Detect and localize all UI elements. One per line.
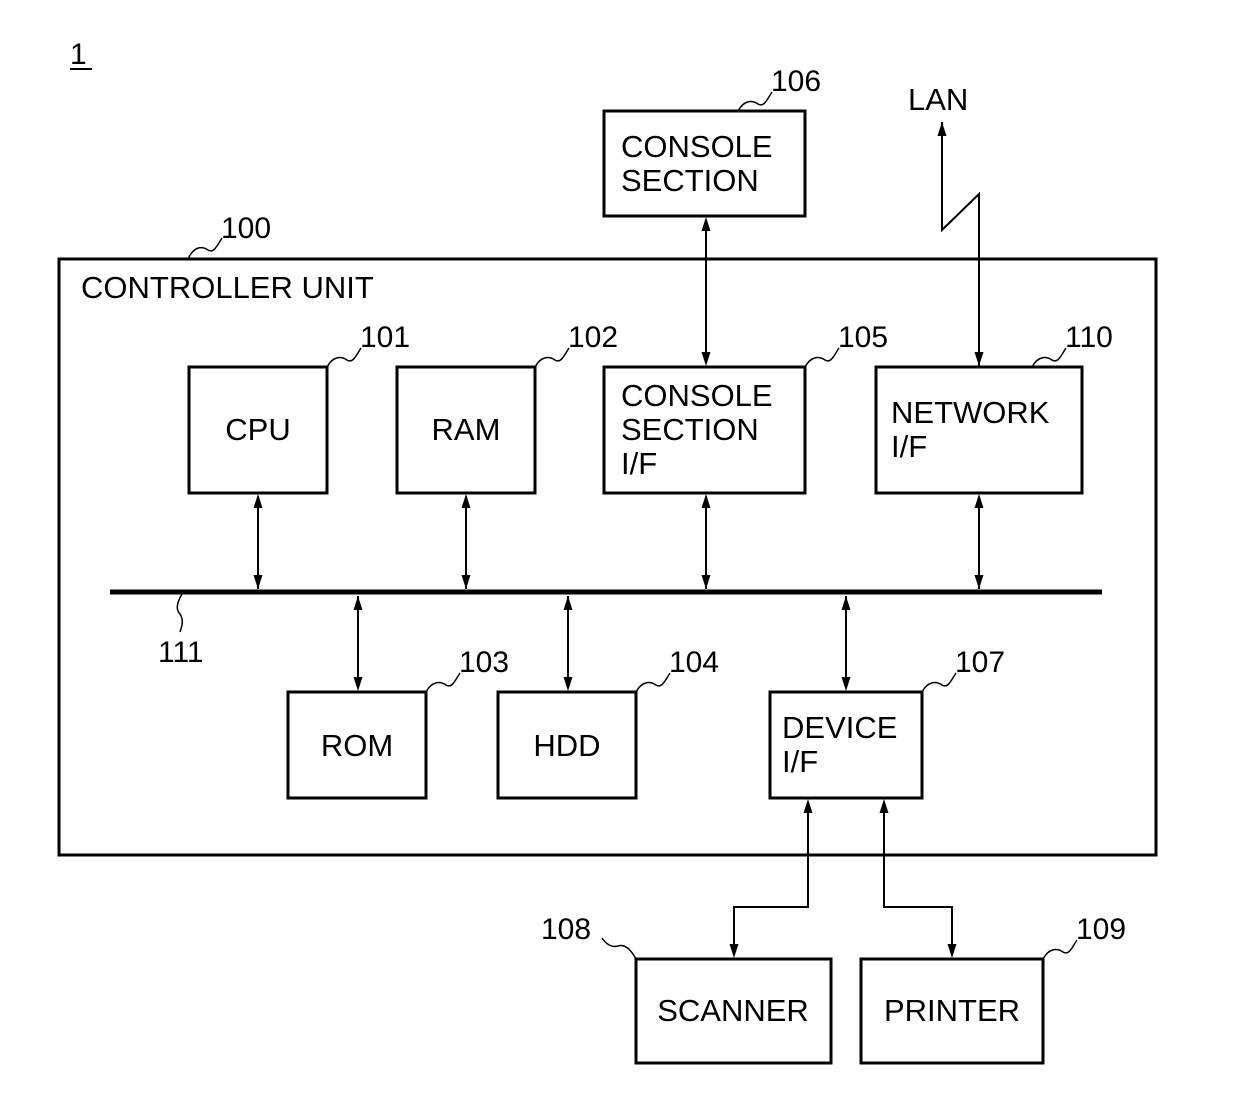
ram-label: RAM xyxy=(432,412,501,447)
device-if-line-2: I/F xyxy=(782,744,818,779)
hdd-ref: 104 xyxy=(669,646,719,679)
block-diagram: 1 CONTROLLER UNIT 100 111 CONSOLE SECTIO… xyxy=(57,38,1158,1065)
network-if-line-1: NETWORK xyxy=(891,395,1050,430)
rom-ref: 103 xyxy=(459,646,509,679)
scanner-ref: 108 xyxy=(541,913,591,946)
printer-label: PRINTER xyxy=(884,993,1020,1028)
rom-label: ROM xyxy=(321,728,393,763)
network-if-ref: 110 xyxy=(1065,321,1113,354)
device-if-ref: 107 xyxy=(955,646,1005,679)
printer-ref: 109 xyxy=(1076,913,1126,946)
console-section-block: CONSOLE SECTION 106 xyxy=(602,65,821,218)
ram-ref: 102 xyxy=(568,321,618,354)
console-section-line-2: SECTION xyxy=(621,163,759,198)
lan-label: LAN xyxy=(908,82,968,117)
lan-arrow-up xyxy=(937,122,947,136)
hdd-label: HDD xyxy=(533,728,600,763)
console-section-ref: 106 xyxy=(771,65,821,98)
scanner-arrow-down xyxy=(729,944,739,958)
figure-number: 1 xyxy=(70,38,87,71)
cpu-ref: 101 xyxy=(360,321,410,354)
printer-block: PRINTER 109 xyxy=(859,913,1126,1065)
bus-ref: 111 xyxy=(158,636,204,669)
console-section-if-line-2: SECTION xyxy=(621,412,759,447)
console-arrow-up xyxy=(701,217,711,231)
network-if-line-2: I/F xyxy=(891,429,927,464)
controller-unit-title: CONTROLLER UNIT xyxy=(81,270,374,305)
console-section-if-line-1: CONSOLE xyxy=(621,378,773,413)
cpu-label: CPU xyxy=(225,412,290,447)
controller-unit-ref: 100 xyxy=(221,212,271,245)
console-section-line-1: CONSOLE xyxy=(621,129,773,164)
device-if-line-1: DEVICE xyxy=(782,710,897,745)
printer-arrow-down xyxy=(947,944,957,958)
console-section-if-line-3: I/F xyxy=(621,446,657,481)
scanner-label: SCANNER xyxy=(657,993,809,1028)
console-section-if-ref: 105 xyxy=(838,321,888,354)
scanner-block: SCANNER 108 xyxy=(541,913,833,1065)
controller-unit-leader xyxy=(187,237,223,260)
